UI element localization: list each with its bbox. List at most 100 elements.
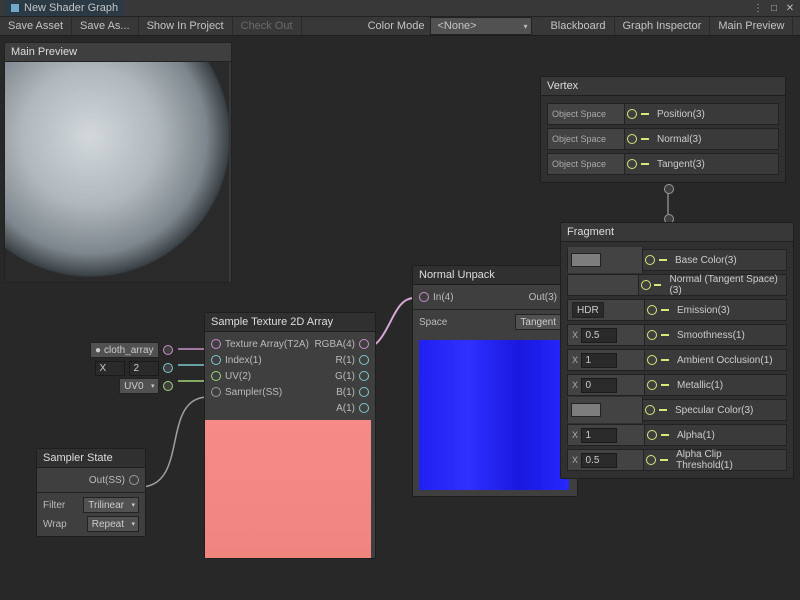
vertex-out-port[interactable] bbox=[664, 184, 674, 194]
vertex-row: Object Space Normal(3) bbox=[547, 128, 779, 150]
save-button[interactable]: Save Asset bbox=[0, 17, 72, 35]
fragment-port[interactable] bbox=[645, 255, 655, 265]
r-label: R(1) bbox=[336, 355, 355, 366]
value-field[interactable]: 1 bbox=[581, 428, 617, 443]
cloth-array-out-port[interactable] bbox=[163, 345, 173, 355]
uv-in-port[interactable] bbox=[211, 371, 221, 381]
unpack-in-label: In(4) bbox=[433, 292, 454, 303]
main-preview-button[interactable]: Main Preview bbox=[710, 17, 793, 35]
menu-icon[interactable]: ⋮ bbox=[752, 2, 764, 14]
show-in-project-button[interactable]: Show In Project bbox=[139, 17, 233, 35]
g-out-port[interactable] bbox=[359, 371, 369, 381]
vertex-block[interactable]: Vertex Object SpacePosition(3)Object Spa… bbox=[540, 76, 786, 183]
a-label: A(1) bbox=[336, 403, 355, 414]
fragment-title: Fragment bbox=[561, 223, 793, 242]
tex-array-in-port[interactable] bbox=[211, 339, 221, 349]
vertex-label: Position(3) bbox=[651, 109, 711, 120]
vertex-label: Normal(3) bbox=[651, 134, 707, 145]
fragment-port[interactable] bbox=[646, 455, 656, 465]
maximize-icon[interactable]: □ bbox=[768, 2, 780, 14]
fragment-label: Metallic(1) bbox=[671, 380, 729, 391]
value-field[interactable]: 1 bbox=[581, 353, 617, 368]
fragment-label: Normal (Tangent Space)(3) bbox=[663, 274, 786, 296]
fragment-port[interactable] bbox=[647, 355, 657, 365]
vertex-port[interactable] bbox=[627, 159, 637, 169]
wrap-label: Wrap bbox=[43, 519, 67, 530]
fragment-row: Base Color(3) bbox=[567, 249, 787, 271]
title-bar: New Shader Graph ⋮ □ ✕ bbox=[0, 0, 800, 17]
fragment-label: Emission(3) bbox=[671, 305, 736, 316]
wrap-select[interactable]: Repeat bbox=[87, 516, 139, 532]
sampler-out-label: Out(SS) bbox=[89, 475, 125, 486]
close-icon[interactable]: ✕ bbox=[784, 2, 796, 14]
uv-label: UV(2) bbox=[225, 371, 251, 382]
fragment-row: Specular Color(3) bbox=[567, 399, 787, 421]
index-in-port[interactable] bbox=[211, 355, 221, 365]
preview-sphere bbox=[5, 62, 229, 282]
fragment-row: X 1Alpha(1) bbox=[567, 424, 787, 446]
color-swatch[interactable] bbox=[571, 403, 601, 417]
b-out-port[interactable] bbox=[359, 387, 369, 397]
value-field[interactable]: 0.5 bbox=[581, 453, 617, 468]
space-label: Space bbox=[419, 317, 447, 328]
main-preview-title: Main Preview bbox=[5, 43, 231, 62]
uv-select[interactable]: UV0 bbox=[119, 378, 158, 394]
fragment-label: Base Color(3) bbox=[669, 255, 743, 266]
sampler-out-port[interactable] bbox=[129, 475, 139, 485]
unpack-out-label: Out(3) bbox=[529, 292, 557, 303]
r-out-port[interactable] bbox=[359, 355, 369, 365]
value-field[interactable]: 0.5 bbox=[581, 328, 617, 343]
space-chip: Object Space bbox=[548, 129, 625, 149]
sampler-in-port[interactable] bbox=[211, 387, 221, 397]
cloth-array-property[interactable]: ● cloth_array bbox=[90, 342, 159, 358]
graph-inspector-button[interactable]: Graph Inspector bbox=[615, 17, 711, 35]
main-preview-panel: Main Preview bbox=[4, 42, 232, 283]
unpack-in-port[interactable] bbox=[419, 292, 429, 302]
fragment-port[interactable] bbox=[641, 280, 651, 290]
a-out-port[interactable] bbox=[359, 403, 369, 413]
color-swatch[interactable] bbox=[571, 253, 601, 267]
tab[interactable]: New Shader Graph bbox=[4, 0, 124, 16]
fragment-port[interactable] bbox=[645, 405, 655, 415]
fragment-row: X 1Ambient Occlusion(1) bbox=[567, 349, 787, 371]
tab-title: New Shader Graph bbox=[24, 2, 118, 14]
vertex-row: Object Space Position(3) bbox=[547, 103, 779, 125]
index-out-port[interactable] bbox=[163, 363, 173, 373]
x-value[interactable]: 2 bbox=[129, 361, 159, 376]
sample-texture-node[interactable]: Sample Texture 2D Array Texture Array(T2… bbox=[204, 312, 376, 559]
rgba-out-port[interactable] bbox=[359, 339, 369, 349]
fragment-row: X 0.5Smoothness(1) bbox=[567, 324, 787, 346]
g-label: G(1) bbox=[335, 371, 355, 382]
filter-label: Filter bbox=[43, 500, 65, 511]
fragment-port[interactable] bbox=[647, 380, 657, 390]
hdr-badge: HDR bbox=[572, 302, 604, 318]
fragment-row: HDR Emission(3) bbox=[567, 299, 787, 321]
vertex-row: Object SpaceTangent(3) bbox=[547, 153, 779, 175]
fragment-port[interactable] bbox=[647, 430, 657, 440]
sampler-state-title: Sampler State bbox=[37, 449, 145, 468]
fragment-row: Normal (Tangent Space)(3) bbox=[567, 274, 787, 296]
value-field[interactable]: 0 bbox=[581, 378, 617, 393]
check-out-button: Check Out bbox=[233, 17, 302, 35]
vertex-port[interactable] bbox=[627, 109, 637, 119]
input-stack: ● cloth_array X 2 UV0 bbox=[90, 342, 173, 394]
fragment-row: X 0Metallic(1) bbox=[567, 374, 787, 396]
fragment-port[interactable] bbox=[647, 305, 657, 315]
save-as-button[interactable]: Save As... bbox=[72, 17, 139, 35]
blackboard-button[interactable]: Blackboard bbox=[542, 17, 614, 35]
uv-out-port[interactable] bbox=[163, 381, 173, 391]
normal-unpack-node[interactable]: Normal Unpack In(4)Out(3) SpaceTangent bbox=[412, 265, 578, 497]
space-chip: Object Space bbox=[548, 104, 625, 124]
fragment-row: X 0.5Alpha Clip Threshold(1) bbox=[567, 449, 787, 471]
color-mode-select[interactable]: <None> bbox=[430, 17, 532, 35]
fragment-block[interactable]: Fragment Base Color(3) Normal (Tangent Sp… bbox=[560, 222, 794, 479]
vertex-port[interactable] bbox=[627, 134, 637, 144]
fragment-label: Ambient Occlusion(1) bbox=[671, 355, 779, 366]
sample-texture-title: Sample Texture 2D Array bbox=[205, 313, 375, 332]
filter-select[interactable]: Trilinear bbox=[83, 497, 139, 513]
fragment-port[interactable] bbox=[647, 330, 657, 340]
rgba-label: RGBA(4) bbox=[314, 339, 355, 350]
sampler-state-node[interactable]: Sampler State Out(SS) Filter Trilinear Wr… bbox=[36, 448, 146, 537]
tex-array-label: Texture Array(T2A) bbox=[225, 339, 309, 350]
graph-canvas[interactable]: Main Preview ● cloth_array X 2 UV0 Sampl… bbox=[0, 36, 800, 600]
